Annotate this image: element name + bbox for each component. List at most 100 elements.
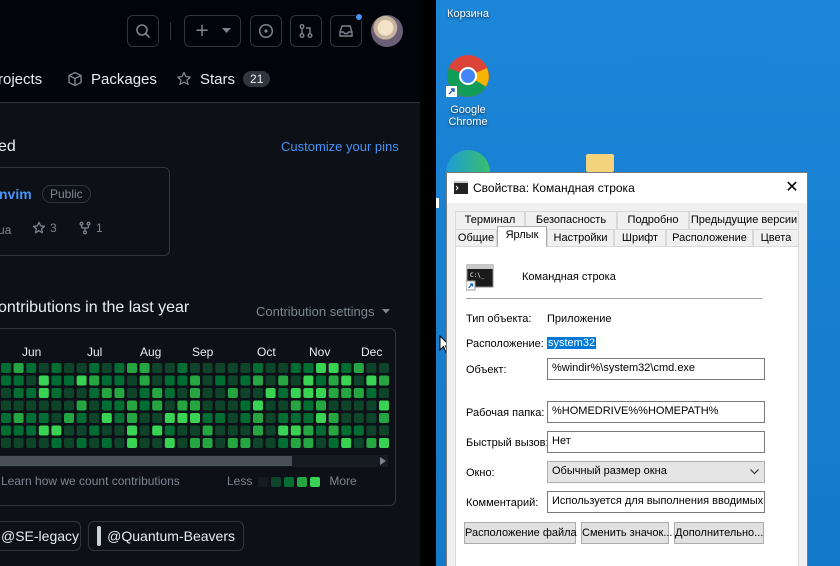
contribution-day[interactable] bbox=[278, 388, 289, 398]
contribution-day[interactable] bbox=[89, 388, 100, 398]
contribution-day[interactable] bbox=[316, 413, 326, 423]
contribution-day[interactable] bbox=[114, 400, 125, 411]
contribution-day[interactable] bbox=[215, 400, 226, 411]
window-divider[interactable] bbox=[420, 0, 436, 566]
contribution-day[interactable] bbox=[76, 363, 87, 373]
contribution-day[interactable] bbox=[139, 363, 150, 373]
contribution-day[interactable] bbox=[127, 413, 137, 423]
contribution-day[interactable] bbox=[190, 425, 200, 436]
contribution-day[interactable] bbox=[1, 425, 11, 436]
contribution-day[interactable] bbox=[366, 388, 377, 398]
contribution-day[interactable] bbox=[353, 363, 364, 373]
contribution-day[interactable] bbox=[353, 375, 364, 386]
contribution-day[interactable] bbox=[202, 438, 213, 448]
contribution-day[interactable] bbox=[152, 375, 163, 386]
contribution-day[interactable] bbox=[240, 375, 251, 386]
contribution-day[interactable] bbox=[215, 438, 226, 448]
contribution-day[interactable] bbox=[13, 375, 24, 386]
contribution-day[interactable] bbox=[13, 438, 24, 448]
contribution-day[interactable] bbox=[139, 375, 150, 386]
learn-contributions-link[interactable]: Learn how we count contributions bbox=[1, 474, 180, 488]
contribution-day[interactable] bbox=[101, 388, 112, 398]
contribution-day[interactable] bbox=[13, 400, 24, 411]
contribution-day[interactable] bbox=[64, 400, 74, 411]
contribution-day[interactable] bbox=[38, 425, 49, 436]
target-field[interactable]: %windir%\system32\cmd.exe bbox=[547, 358, 765, 380]
contribution-day[interactable] bbox=[177, 438, 188, 448]
contribution-day[interactable] bbox=[38, 388, 49, 398]
contribution-day[interactable] bbox=[227, 413, 238, 423]
issues-button[interactable] bbox=[250, 15, 282, 47]
graph-horizontal-scrollbar[interactable] bbox=[0, 455, 388, 467]
contribution-day[interactable] bbox=[353, 388, 364, 398]
contribution-day[interactable] bbox=[227, 400, 238, 411]
contribution-day[interactable] bbox=[202, 375, 213, 386]
contribution-day[interactable] bbox=[215, 413, 226, 423]
contribution-day[interactable] bbox=[190, 375, 200, 386]
contribution-day[interactable] bbox=[366, 363, 377, 373]
contribution-day[interactable] bbox=[265, 363, 276, 373]
contribution-day[interactable] bbox=[215, 363, 226, 373]
contribution-day[interactable] bbox=[240, 388, 251, 398]
tab-font[interactable]: Шрифт bbox=[614, 229, 666, 247]
contribution-day[interactable] bbox=[1, 413, 11, 423]
contribution-day[interactable] bbox=[379, 375, 389, 386]
contribution-day[interactable] bbox=[290, 400, 301, 411]
contribution-day[interactable] bbox=[240, 400, 251, 411]
contribution-day[interactable] bbox=[26, 425, 37, 436]
contribution-day[interactable] bbox=[152, 363, 163, 373]
contribution-day[interactable] bbox=[328, 400, 339, 411]
comment-field[interactable]: Используется для выполнения вводимых с к… bbox=[547, 491, 765, 513]
contribution-day[interactable] bbox=[13, 388, 24, 398]
contribution-day[interactable] bbox=[1, 388, 11, 398]
contribution-day[interactable] bbox=[64, 388, 74, 398]
repo-forks[interactable]: 1 bbox=[78, 221, 103, 235]
folder-icon[interactable] bbox=[586, 154, 614, 172]
contribution-day[interactable] bbox=[379, 438, 389, 448]
contribution-day[interactable] bbox=[89, 413, 100, 423]
open-file-location-button[interactable]: Расположение файла bbox=[464, 522, 577, 544]
contribution-day[interactable] bbox=[101, 413, 112, 423]
close-button[interactable]: ✕ bbox=[781, 177, 803, 199]
contribution-day[interactable] bbox=[177, 425, 188, 436]
contribution-day[interactable] bbox=[341, 413, 352, 423]
contribution-day[interactable] bbox=[177, 388, 188, 398]
contribution-day[interactable] bbox=[253, 413, 263, 423]
contribution-day[interactable] bbox=[164, 400, 175, 411]
recycle-bin-label[interactable]: Корзина bbox=[442, 8, 494, 20]
contribution-day[interactable] bbox=[379, 400, 389, 411]
contribution-day[interactable] bbox=[76, 375, 87, 386]
contribution-day[interactable] bbox=[139, 438, 150, 448]
contribution-day[interactable] bbox=[190, 413, 200, 423]
contribution-day[interactable] bbox=[379, 363, 389, 373]
contribution-day[interactable] bbox=[366, 375, 377, 386]
contribution-day[interactable] bbox=[190, 363, 200, 373]
contribution-day[interactable] bbox=[127, 388, 137, 398]
contribution-day[interactable] bbox=[26, 388, 37, 398]
contribution-day[interactable] bbox=[366, 438, 377, 448]
contribution-day[interactable] bbox=[353, 413, 364, 423]
contribution-day[interactable] bbox=[177, 363, 188, 373]
contribution-day[interactable] bbox=[89, 425, 100, 436]
contribution-day[interactable] bbox=[76, 438, 87, 448]
edge-icon[interactable] bbox=[446, 150, 490, 172]
contribution-day[interactable] bbox=[202, 363, 213, 373]
contribution-day[interactable] bbox=[64, 438, 74, 448]
contribution-day[interactable] bbox=[328, 388, 339, 398]
contribution-day[interactable] bbox=[89, 375, 100, 386]
contribution-day[interactable] bbox=[303, 375, 314, 386]
contribution-day[interactable] bbox=[202, 388, 213, 398]
dialog-title-bar[interactable]: Свойства: Командная строка ✕ bbox=[447, 173, 807, 203]
contribution-day[interactable] bbox=[89, 400, 100, 411]
contribution-day[interactable] bbox=[152, 438, 163, 448]
contribution-day[interactable] bbox=[341, 375, 352, 386]
contribution-day[interactable] bbox=[26, 363, 37, 373]
contribution-day[interactable] bbox=[240, 438, 251, 448]
contribution-day[interactable] bbox=[101, 363, 112, 373]
contribution-day[interactable] bbox=[89, 438, 100, 448]
contribution-day[interactable] bbox=[114, 388, 125, 398]
contribution-day[interactable] bbox=[152, 413, 163, 423]
contribution-day[interactable] bbox=[164, 375, 175, 386]
run-select[interactable]: Обычный размер окна bbox=[547, 461, 765, 483]
contribution-day[interactable] bbox=[278, 438, 289, 448]
